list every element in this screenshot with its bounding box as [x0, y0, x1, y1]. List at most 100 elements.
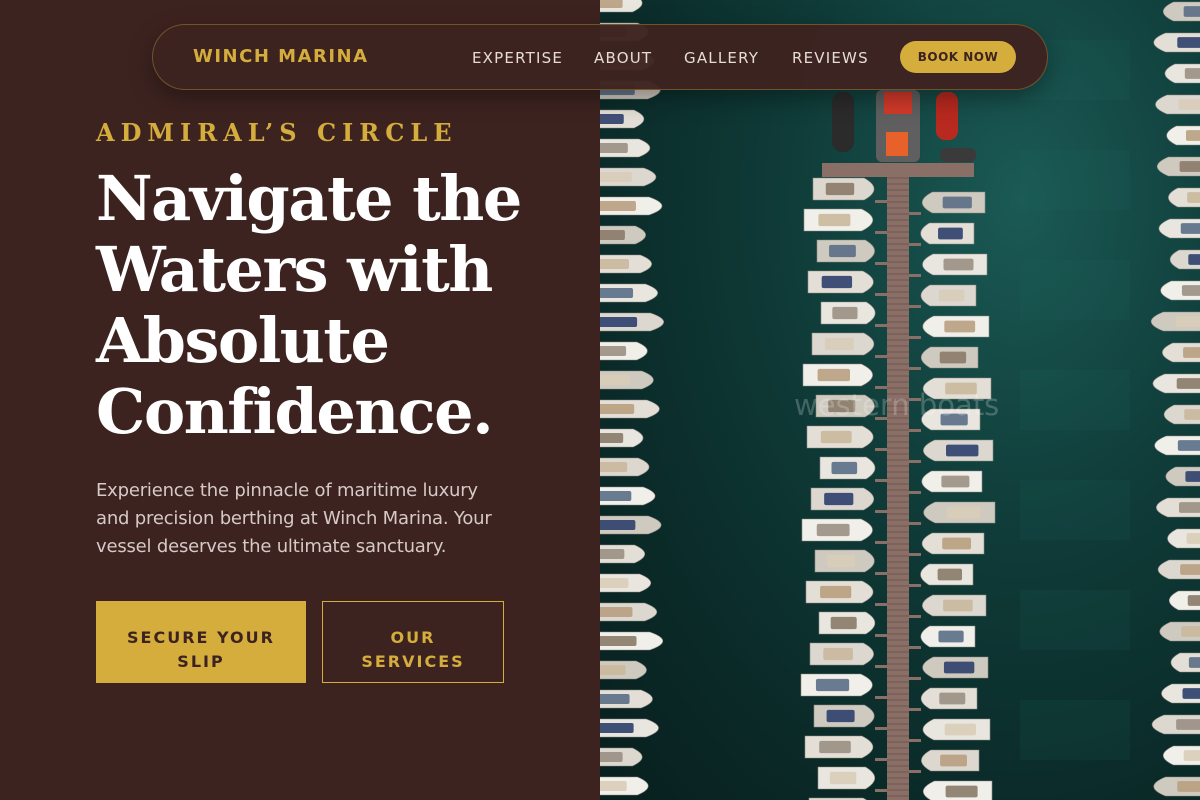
nav-link-reviews[interactable]: REVIEWS: [792, 49, 869, 67]
dock-boat-right-cabin: [942, 537, 972, 550]
water-shimmer: [1020, 260, 1130, 320]
finger-pier: [875, 293, 887, 296]
left-row-boat-cabin: [600, 0, 623, 9]
finger-pier: [875, 634, 887, 637]
finger-pier: [875, 603, 887, 606]
dock-boat-right-cabin: [939, 351, 967, 364]
left-row-boat-cabin: [600, 374, 631, 386]
finger-pier: [909, 491, 921, 494]
right-row-boat-cabin: [1184, 68, 1200, 79]
finger-pier: [875, 510, 887, 513]
right-row-boat-cabin: [1180, 223, 1200, 234]
right-row-boat-cabin: [1176, 378, 1200, 389]
dock-boat-left-cabin: [832, 306, 858, 320]
dock-boat-right-cabin: [938, 630, 964, 643]
water-shimmer: [1020, 590, 1130, 650]
header-boat-red-deck: [884, 92, 912, 114]
right-row-boat-cabin: [1177, 781, 1200, 792]
right-row-boat-cabin: [1179, 502, 1200, 513]
left-row-boat-cabin: [600, 548, 625, 560]
right-row-boat-cabin: [1178, 99, 1200, 110]
water-shimmer: [1020, 700, 1130, 760]
right-row-boat-cabin: [1176, 719, 1200, 730]
finger-pier: [909, 274, 921, 277]
right-row-boat-cabin: [1183, 6, 1200, 17]
right-row-boat-cabin: [1188, 254, 1200, 265]
right-row-boat-cabin: [1179, 161, 1200, 172]
finger-pier: [875, 479, 887, 482]
brand-logo[interactable]: WINCH MARINA: [193, 46, 369, 67]
left-row-boat-cabin: [600, 142, 628, 154]
dock-boat-left-cabin: [824, 492, 854, 506]
dock-boat-right-cabin: [941, 475, 970, 488]
image-watermark: western boats: [794, 388, 1000, 422]
right-row-boat-cabin: [1180, 564, 1200, 575]
dock-boat-right-cabin: [944, 320, 976, 333]
finger-pier: [909, 553, 921, 556]
right-row-boat-cabin: [1177, 440, 1200, 451]
dock-boat-left-cabin: [818, 213, 851, 227]
finger-pier: [875, 448, 887, 451]
dock-boat-right-cabin: [944, 723, 976, 736]
right-row-boat-cabin: [1187, 595, 1200, 606]
header-boat-dark: [832, 92, 854, 152]
our-services-button[interactable]: OUR SERVICES: [322, 601, 504, 683]
finger-pier: [909, 367, 921, 370]
book-now-button[interactable]: BOOK NOW: [900, 41, 1016, 73]
finger-pier: [909, 429, 921, 432]
dock-boat-left-cabin: [829, 771, 857, 785]
hero-description: Experience the pinnacle of maritime luxu…: [96, 480, 492, 557]
marina-aerial-image: western boats: [600, 0, 1200, 800]
dock-boat-left-cabin: [824, 337, 854, 351]
finger-pier: [909, 460, 921, 463]
finger-pier: [909, 615, 921, 618]
finger-pier: [875, 789, 887, 792]
left-row-boat-cabin: [600, 287, 634, 299]
water-shimmer: [1020, 150, 1130, 210]
finger-pier: [909, 336, 921, 339]
dock-header: [822, 163, 974, 177]
dock-boat-left-cabin: [823, 647, 853, 661]
finger-pier: [909, 522, 921, 525]
left-row-boat-cabin: [600, 693, 630, 705]
left-row-boat-cabin: [600, 635, 637, 647]
finger-pier: [875, 696, 887, 699]
dock-boat-right-cabin: [946, 506, 981, 519]
secure-your-slip-button[interactable]: SECURE YOUR SLIP: [96, 601, 306, 683]
left-row-boat-cabin: [600, 751, 623, 763]
nav-link-gallery[interactable]: GALLERY: [684, 49, 759, 67]
left-row-boat-cabin: [600, 722, 634, 734]
dock-boat-left-cabin: [820, 430, 852, 444]
dock-boat-left-cabin: [825, 182, 855, 196]
dock-boat-right-cabin: [938, 289, 965, 302]
dock-boat-right-cabin: [937, 568, 963, 581]
right-row-boat-cabin: [1187, 192, 1200, 203]
header-boat-red: [936, 92, 958, 140]
left-row-boat-cabin: [600, 519, 636, 531]
dock-boat-right-cabin: [940, 754, 967, 767]
finger-pier: [875, 324, 887, 327]
left-row-boat-cabin: [600, 461, 628, 473]
page: ADMIRAL’S CIRCLE Navigate the Waters wit…: [0, 0, 1200, 800]
water-shimmer: [1020, 370, 1130, 430]
right-row-boat-cabin: [1184, 409, 1200, 420]
dock-boat-right-cabin: [942, 196, 972, 209]
finger-pier: [875, 572, 887, 575]
right-row-boat-cabin: [1185, 471, 1200, 482]
dock-boat-right-cabin: [939, 692, 966, 705]
right-row-boat-cabin: [1181, 285, 1200, 296]
nav-link-about[interactable]: ABOUT: [594, 49, 652, 67]
dock-boat-left-cabin: [827, 554, 856, 568]
finger-pier: [875, 541, 887, 544]
finger-pier: [875, 758, 887, 761]
finger-pier: [875, 200, 887, 203]
hero-headline: Navigate the Waters with Absolute Confid…: [96, 162, 522, 448]
dock-boat-left-cabin: [819, 740, 851, 754]
right-row-boat-cabin: [1183, 347, 1200, 358]
finger-pier: [909, 305, 921, 308]
dock-boat-left-cabin: [816, 523, 850, 537]
nav-link-expertise[interactable]: EXPERTISE: [472, 49, 563, 67]
right-row-boat-cabin: [1182, 688, 1200, 699]
finger-pier: [909, 212, 921, 215]
finger-pier: [909, 677, 921, 680]
